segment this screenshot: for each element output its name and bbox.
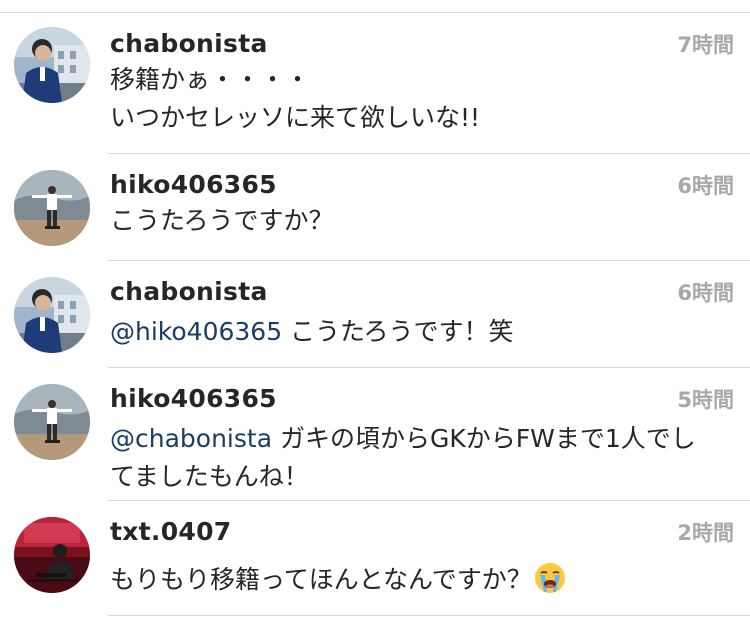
avatar[interactable] (14, 27, 90, 103)
comment-body: こうたろうです！笑 (282, 317, 514, 346)
comment-item: chabonista 7時間 移籍かぁ・・・・ いつかセレッソに来て欲しいな!! (0, 13, 750, 154)
comment-text: 移籍かぁ・・・・ いつかセレッソに来て欲しいな!! (110, 61, 725, 137)
comment-text: @hiko406365 こうたろうです！笑 (110, 313, 725, 351)
comment-text-line: てましたもんね！ (110, 462, 309, 491)
comment-body: ガキの頃からGKからFWまで1人でし (272, 424, 696, 453)
avatar[interactable] (14, 517, 90, 593)
top-border (0, 0, 750, 13)
comment-time: 7時間 (677, 33, 734, 57)
mention-link[interactable]: @chabonista (110, 424, 272, 453)
comment-item: hiko406365 5時間 @chabonista ガキの頃からGKからFWま… (0, 368, 750, 501)
comment-username[interactable]: txt.0407 (110, 517, 232, 546)
comment-username[interactable]: chabonista (110, 277, 268, 306)
avatar[interactable] (14, 384, 90, 460)
loudly-crying-face-icon (534, 562, 566, 605)
mention-link[interactable]: @hiko406365 (110, 317, 282, 346)
comment-text-line: @hiko406365 こうたろうです！笑 (110, 313, 725, 351)
comment-username[interactable]: chabonista (110, 29, 268, 58)
comment-item: hiko406365 6時間 こうたろうですか？ (0, 154, 750, 261)
comment-text-line: こうたろうですか？ (110, 206, 334, 235)
comment-text-line: 移籍かぁ・・・・ (110, 65, 311, 94)
avatar[interactable] (14, 170, 90, 246)
comment-text-line: もりもり移籍ってほんとなんですか？ (110, 561, 725, 605)
avatar[interactable] (14, 277, 90, 353)
comment-time: 2時間 (677, 521, 734, 545)
comment-text: @chabonista ガキの頃からGKからFWまで1人でし てましたもんね！ (110, 420, 725, 496)
comment-time: 6時間 (677, 281, 734, 305)
comment-body: もりもり移籍ってほんとなんですか？ (110, 565, 532, 594)
comment-divider (108, 615, 750, 616)
comment-item: txt.0407 2時間 もりもり移籍ってほんとなんですか？ (0, 501, 750, 616)
comment-time: 5時間 (677, 388, 734, 412)
comment-text: もりもり移籍ってほんとなんですか？ (110, 561, 725, 605)
comment-text-line: いつかセレッソに来て欲しいな!! (110, 103, 481, 132)
comment-username[interactable]: hiko406365 (110, 384, 277, 413)
comment-text: こうたろうですか？ (110, 202, 725, 240)
comment-username[interactable]: hiko406365 (110, 170, 277, 199)
comment-item: chabonista 6時間 @hiko406365 こうたろうです！笑 (0, 261, 750, 368)
comment-time: 6時間 (677, 174, 734, 198)
comment-text-line: @chabonista ガキの頃からGKからFWまで1人でし (110, 420, 725, 458)
